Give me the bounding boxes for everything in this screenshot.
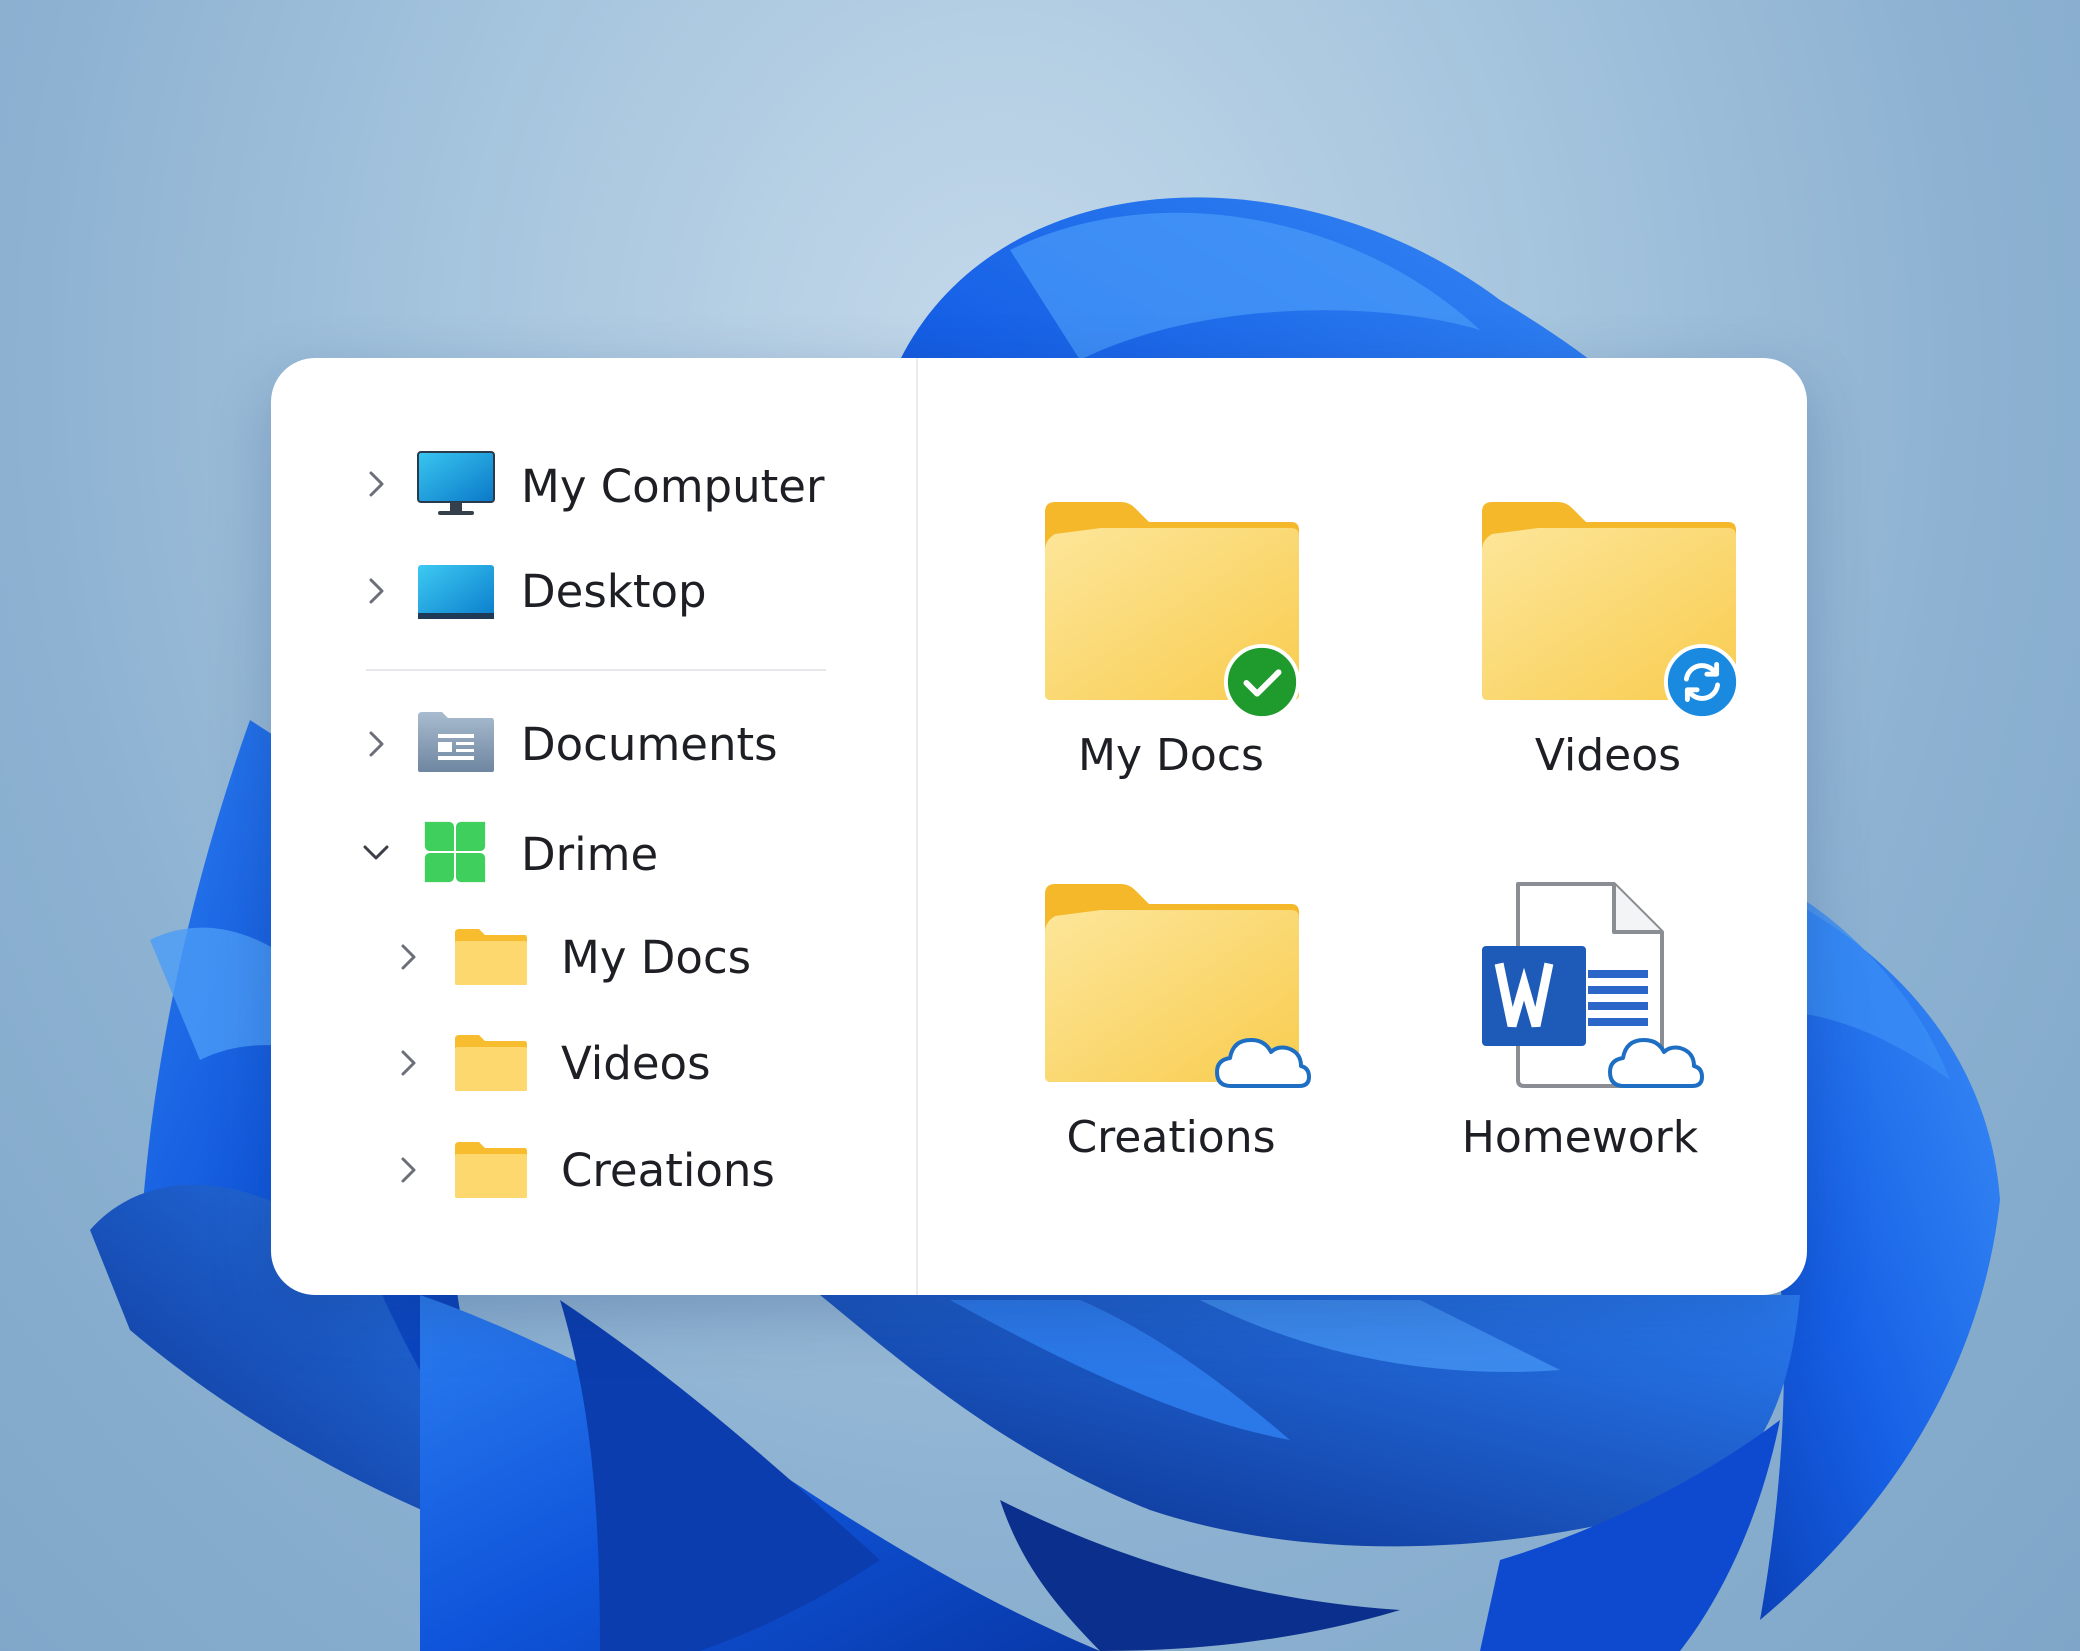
- sidebar-item-drime[interactable]: Drime: [361, 808, 881, 896]
- documents-folder-icon: [418, 712, 494, 772]
- sidebar-item-label: Documents: [521, 718, 778, 771]
- tile-label: My Docs: [1078, 730, 1264, 781]
- sidebar-item-videos[interactable]: Videos: [393, 1019, 873, 1107]
- file-explorer-panel: My Computer Desktop Documents Drime My D…: [271, 358, 1807, 1295]
- tile-creations[interactable]: Creations: [1011, 880, 1371, 1180]
- sidebar-divider: [366, 669, 826, 671]
- tile-label: Videos: [1534, 730, 1682, 781]
- tile-homework[interactable]: Homework: [1448, 880, 1808, 1180]
- sidebar-item-creations[interactable]: Creations: [393, 1126, 873, 1214]
- chevron-right-icon[interactable]: [361, 469, 391, 499]
- tile-label: Homework: [1461, 1112, 1699, 1163]
- tile-videos[interactable]: Videos: [1448, 498, 1798, 798]
- chevron-right-icon[interactable]: [393, 942, 423, 972]
- cloud-icon: [1215, 1038, 1311, 1088]
- drime-logo-icon: [424, 821, 486, 883]
- sidebar-item-label: My Docs: [561, 931, 752, 984]
- tile-label: Creations: [1066, 1112, 1276, 1163]
- sidebar-item-my-computer[interactable]: My Computer: [361, 440, 881, 528]
- sidebar-item-label: Desktop: [521, 565, 707, 618]
- sidebar-item-label: Drime: [521, 828, 659, 881]
- chevron-right-icon[interactable]: [393, 1048, 423, 1078]
- sidebar-item-my-docs[interactable]: My Docs: [393, 913, 873, 1001]
- syncing-icon: [1663, 643, 1741, 721]
- chevron-right-icon[interactable]: [361, 729, 391, 759]
- chevron-right-icon[interactable]: [361, 576, 391, 606]
- folder-icon: [455, 1142, 527, 1198]
- desktop-icon: [418, 565, 494, 619]
- chevron-down-icon[interactable]: [361, 837, 391, 867]
- sidebar-item-documents[interactable]: Documents: [361, 700, 881, 788]
- navigation-sidebar: My Computer Desktop Documents Drime My D…: [271, 358, 918, 1295]
- folder-icon: [455, 929, 527, 985]
- sidebar-item-label: Creations: [561, 1144, 775, 1197]
- synced-check-icon: [1223, 643, 1301, 721]
- monitor-icon: [417, 451, 495, 515]
- folder-icon: [455, 1035, 527, 1091]
- tile-my-docs[interactable]: My Docs: [1011, 498, 1361, 798]
- sidebar-item-label: Videos: [561, 1037, 711, 1090]
- sidebar-item-label: My Computer: [521, 460, 825, 513]
- chevron-right-icon[interactable]: [393, 1155, 423, 1185]
- cloud-icon: [1608, 1038, 1704, 1088]
- sidebar-item-desktop[interactable]: Desktop: [361, 547, 881, 635]
